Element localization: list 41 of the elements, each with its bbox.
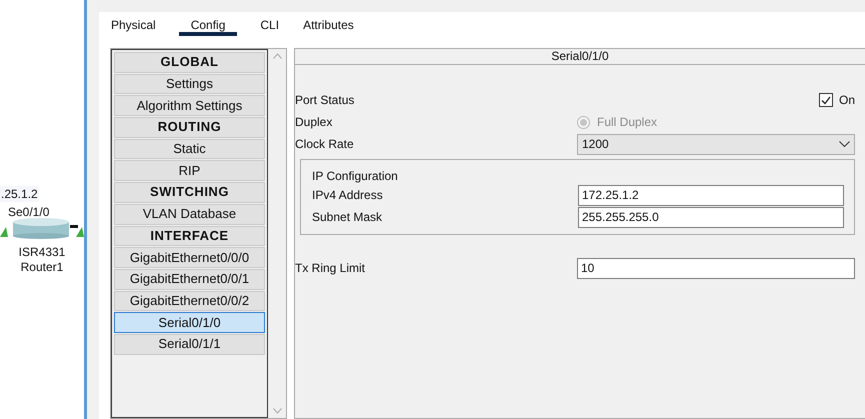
panel-title: Serial0/1/0 xyxy=(295,49,865,65)
text-field[interactable]: 10 xyxy=(577,258,855,278)
check-icon xyxy=(820,96,831,104)
field-label: IPv4 Address xyxy=(312,187,384,204)
field-label: Duplex xyxy=(295,114,334,131)
sidebar-item[interactable]: Algorithm Settings xyxy=(114,95,265,116)
sidebar-item[interactable]: Static xyxy=(114,138,265,160)
tab[interactable]: Physical xyxy=(110,18,157,36)
field-label: Port Status xyxy=(295,92,354,109)
scroll-down-icon[interactable] xyxy=(272,408,282,414)
tab[interactable]: CLI xyxy=(259,18,280,36)
field-label: Clock Rate xyxy=(295,136,355,153)
sidebar-item[interactable]: Serial0/1/1 xyxy=(114,334,265,355)
radio-label: Full Duplex xyxy=(597,114,658,131)
clock-rate-dropdown[interactable]: 1200 xyxy=(577,134,855,154)
sidebar-item[interactable]: Settings xyxy=(114,74,265,94)
sidebar-item[interactable]: GigabitEthernet0/0/2 xyxy=(114,290,265,312)
tab[interactable]: Attributes xyxy=(302,18,355,36)
device-model: ISR4331 xyxy=(18,245,66,260)
sidebar-item[interactable]: GigabitEthernet0/0/1 xyxy=(114,268,265,290)
text-field[interactable]: 255.255.255.0 xyxy=(578,206,844,228)
chevron-down-icon xyxy=(839,141,850,147)
device-name: Router1 xyxy=(20,260,64,275)
section-header[interactable]: SWITCHING xyxy=(114,182,265,203)
field-label: Subnet Mask xyxy=(312,209,384,226)
checkbox-label: On xyxy=(838,92,855,109)
sidebar-item[interactable]: VLAN Database xyxy=(114,204,265,224)
port-label: Se0/1/0 xyxy=(8,205,50,219)
sidebar-item[interactable]: GigabitEthernet0/0/0 xyxy=(114,247,265,268)
section-header[interactable]: ROUTING xyxy=(114,117,265,138)
scroll-up-icon[interactable] xyxy=(272,53,282,59)
address-label: .25.1.2 xyxy=(0,186,39,202)
router-icon xyxy=(0,217,84,239)
text-field[interactable]: 172.25.1.2 xyxy=(578,184,844,206)
checkbox[interactable] xyxy=(818,93,833,107)
sidebar-item[interactable]: Serial0/1/0 xyxy=(114,312,265,333)
section-header[interactable]: INTERFACE xyxy=(114,226,265,246)
sidebar-item[interactable]: RIP xyxy=(114,160,265,182)
section-header[interactable]: GLOBAL xyxy=(114,52,265,73)
group-title: IP Configuration xyxy=(312,168,399,184)
field-label: Tx Ring Limit xyxy=(295,260,366,277)
